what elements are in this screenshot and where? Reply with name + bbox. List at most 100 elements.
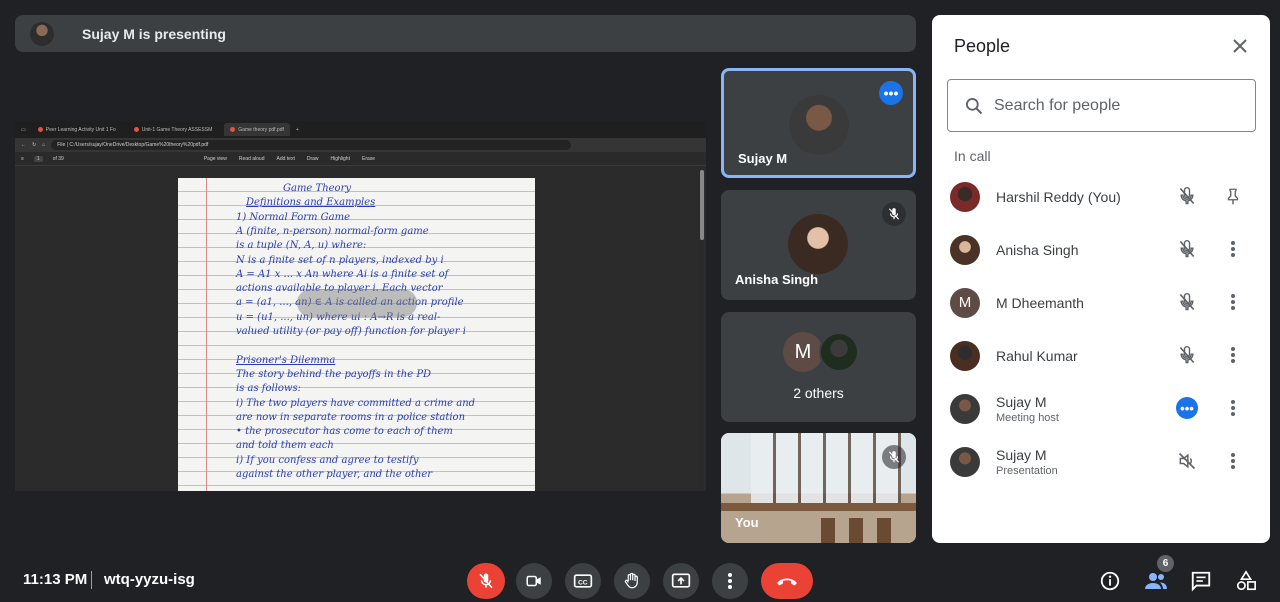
shared-screen: ▭ Peer Learning Activity Unit 1 Fo Unit-… [15,121,706,491]
participant-row[interactable]: Rahul Kumar [932,329,1270,382]
chat-button[interactable] [1188,568,1214,594]
others-avatars: M [783,332,859,372]
avatar [950,181,980,212]
avatar [789,95,849,155]
address-bar: ← ↻ ⌂ File | C:/Users/sujay/OneDrive/Des… [15,138,706,152]
note-line: • the prosecutor has come to each of the… [236,426,453,438]
note-line: are now in separate rooms in a police st… [236,411,466,423]
reload-icon: ↻ [32,142,37,148]
mic-off-icon[interactable] [1175,237,1199,261]
more-options-button[interactable] [712,563,748,599]
pdf-tool-page-view: Page view [203,155,227,162]
note-line: is as follows: [236,383,301,395]
pdf-tool-add-text: Add text [276,155,295,162]
avatar-initial: M [783,332,823,372]
url-field: File | C:/Users/sujay/OneDrive/Desktop/G… [51,140,572,150]
close-icon[interactable] [1228,34,1252,58]
others-label: 2 others [793,385,844,401]
info-icon [1100,571,1120,591]
participant-row[interactable]: Sujay M Meeting host ••• [932,382,1270,435]
tile-name: You [735,515,759,530]
note-line: 1) Normal Form Game [236,211,351,223]
tile-name: Sujay M [738,151,788,166]
section-label: In call [954,148,991,164]
avatar [950,234,980,265]
cursor-highlight [297,289,417,317]
page-margin-line [206,178,207,491]
mic-toggle-button[interactable] [467,563,505,599]
participant-name: Harshil Reddy (You) [996,188,1121,205]
home-icon: ⌂ [42,142,46,148]
pdf-tool-erase: Erase [361,155,376,162]
pdf-tool-highlight: Highlight [330,155,350,162]
note-line: A = A1 x ... x An where Ai is a finite s… [236,268,449,280]
avatar: M [950,287,980,318]
mic-off-icon [882,445,906,469]
more-vert-icon [728,573,732,589]
participant-role: Meeting host [996,411,1059,424]
meeting-details-button[interactable] [1097,568,1123,594]
participant-row[interactable]: M M Dheemanth [932,276,1270,329]
mic-off-icon [882,202,906,226]
participant-row[interactable]: Sujay M Presentation [932,435,1270,488]
search-input[interactable] [994,96,1234,115]
note-line: valued utility (or pay off) function for… [236,326,466,337]
camera-toggle-button[interactable] [516,563,552,599]
tile-anisha-singh[interactable]: Anisha Singh [721,190,916,300]
tile-others[interactable]: M 2 others [721,312,916,422]
note-line: A (finite, n-person) normal-form game [236,225,429,237]
tile-name: Anisha Singh [735,272,819,287]
browser-tab-strip: ▭ Peer Learning Activity Unit 1 Fo Unit-… [15,121,706,138]
captions-button[interactable]: CC [565,563,601,599]
people-search[interactable] [947,79,1256,132]
tile-sujay-m[interactable]: ••• Sujay M [721,68,916,178]
participant-row[interactable]: Anisha Singh [932,223,1270,276]
panel-title: People [954,36,1011,56]
pin-icon[interactable] [1221,184,1245,208]
people-panel: People In call Harshil Reddy (You) Anisha… [932,15,1270,543]
avatar [950,340,980,371]
note-line: Definitions and Examples [246,197,376,209]
raise-hand-button[interactable] [614,563,650,599]
pdf-tool-draw: Draw [306,155,319,162]
pdf-scrollbar [698,166,706,491]
activities-button[interactable] [1233,568,1259,594]
more-options-icon[interactable]: ••• [879,81,903,105]
more-vert-icon[interactable] [1221,449,1245,473]
leave-call-button[interactable] [761,563,813,599]
browser-tab-active: Game theory pdf.pdf [224,123,290,136]
hang-up-icon [777,578,797,586]
more-vert-icon[interactable] [1221,290,1245,314]
pdf-page: Game Theory Definitions and Examples 1) No… [178,178,535,491]
browser-tab: Peer Learning Activity Unit 1 Fo [32,123,122,136]
more-vert-icon[interactable] [1221,237,1245,261]
avatar [950,446,980,477]
mic-off-icon[interactable] [1175,290,1199,314]
tab-search-icon: ▭ [21,126,26,133]
participant-row[interactable]: Harshil Reddy (You) [932,170,1270,223]
mic-off-icon[interactable] [1175,184,1199,208]
avatar [819,332,859,372]
note-line: and told them each [236,440,334,452]
participant-list: Harshil Reddy (You) Anisha Singh M M Dheema… [932,170,1270,488]
participant-count-badge: 6 [1157,555,1174,572]
more-vert-icon[interactable] [1221,343,1245,367]
hand-icon [624,572,638,589]
participant-name: M Dheemanth [996,294,1084,311]
activities-icon [1236,570,1256,591]
note-line: i) If you confess and agree to testify [236,454,419,466]
note-line: The story behind the payoffs in the PD [236,368,432,380]
new-tab-icon: + [295,126,299,133]
note-line: N is a finite set of n players, indexed … [236,254,444,266]
contents-icon: ≡ [21,155,24,162]
camera-icon [526,575,541,587]
svg-text:CC: CC [578,579,588,586]
search-icon [966,97,983,114]
present-now-button[interactable] [663,563,699,599]
presenting-text: Sujay M is presenting [82,25,226,42]
captions-icon: CC [573,574,593,588]
more-vert-icon[interactable] [1221,396,1245,420]
avatar [788,214,848,274]
tile-you[interactable]: You [721,433,916,543]
mic-off-icon[interactable] [1175,343,1199,367]
